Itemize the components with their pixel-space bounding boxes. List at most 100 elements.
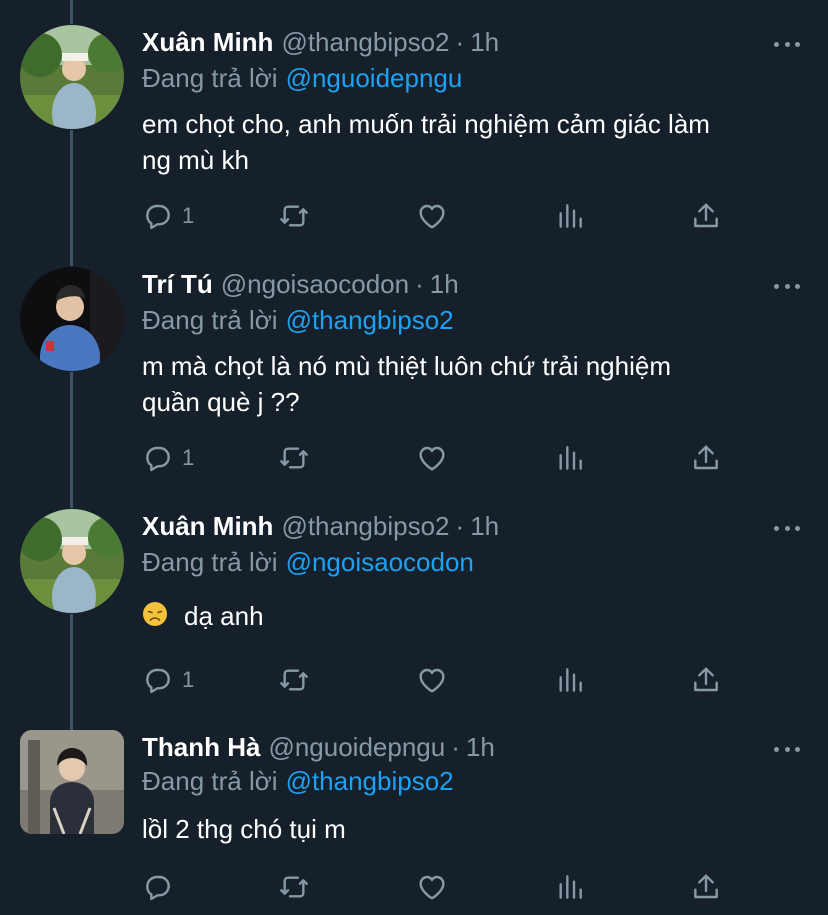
retweet-button[interactable] xyxy=(278,662,310,698)
more-options-icon[interactable] xyxy=(774,34,800,54)
mention-link[interactable]: @thangbipso2 xyxy=(286,766,454,796)
separator-dot: · xyxy=(455,27,465,57)
retweet-icon xyxy=(280,205,308,227)
reply-button[interactable]: 1 xyxy=(142,662,194,698)
tweet[interactable]: Thanh Hà @nguoidepngu · 1h Đang trả lời @tha… xyxy=(0,705,828,915)
reply-icon xyxy=(146,668,170,694)
retweet-button[interactable] xyxy=(278,869,310,905)
tweet-text-line: lồl 2 thg chó tụi m xyxy=(142,814,346,844)
author-handle[interactable]: @ngoisaocodon xyxy=(221,269,409,299)
reply-count: 1 xyxy=(182,445,195,470)
separator-dot: · xyxy=(451,732,460,762)
timestamp[interactable]: 1h xyxy=(470,511,499,541)
share-button[interactable] xyxy=(690,662,722,698)
reply-button[interactable]: 1 xyxy=(142,198,194,234)
like-button[interactable] xyxy=(416,662,448,698)
tweet-text-line: ng mù kh xyxy=(142,145,249,175)
author-name[interactable]: Thanh Hà xyxy=(142,732,260,762)
replying-to: Đang trả lời @ngoisaocodon xyxy=(142,544,474,580)
mention-link[interactable]: @ngoisaocodon xyxy=(286,547,474,577)
disappointed-face-icon xyxy=(142,600,168,636)
reply-count: 1 xyxy=(182,667,195,692)
action-bar: 1 xyxy=(142,662,742,698)
author-handle[interactable]: @thangbipso2 xyxy=(281,511,449,541)
retweet-button[interactable] xyxy=(278,198,310,234)
avatar-photo-outdoor-icon xyxy=(20,509,124,613)
tweet[interactable]: Trí Tú @ngoisaocodon · 1h Đang trả lời @than… xyxy=(0,242,828,492)
tweet-text-line: quần què j ?? xyxy=(142,387,300,417)
avatar[interactable] xyxy=(20,25,124,129)
reply-button[interactable]: 1 xyxy=(142,440,194,476)
reply-icon xyxy=(146,446,170,472)
author-name[interactable]: Trí Tú xyxy=(142,269,213,299)
like-button[interactable] xyxy=(416,440,448,476)
action-bar xyxy=(142,869,742,905)
tweet-header: Xuân Minh @thangbipso2 · 1h xyxy=(142,508,499,544)
avatar[interactable] xyxy=(20,730,124,834)
mention-link[interactable]: @nguoidepngu xyxy=(286,63,463,93)
avatar-photo-street-icon xyxy=(20,730,124,834)
timestamp[interactable]: 1h xyxy=(470,27,499,57)
separator-dot: · xyxy=(415,269,424,299)
analytics-button[interactable] xyxy=(554,662,586,698)
action-bar: 1 xyxy=(142,198,742,234)
like-button[interactable] xyxy=(416,869,448,905)
analytics-icon xyxy=(559,875,582,899)
share-icon xyxy=(694,445,718,470)
like-button[interactable] xyxy=(416,198,448,234)
replying-to: Đang trả lời @thangbipso2 xyxy=(142,302,454,338)
more-options-icon[interactable] xyxy=(774,518,800,538)
heart-icon xyxy=(419,668,445,693)
author-name[interactable]: Xuân Minh xyxy=(142,511,273,541)
replying-label: Đang trả lời xyxy=(142,766,278,796)
analytics-icon xyxy=(559,204,582,228)
timestamp[interactable]: 1h xyxy=(430,269,459,299)
heart-icon xyxy=(419,204,445,229)
more-options-icon[interactable] xyxy=(774,739,800,759)
replying-to: Đang trả lời @nguoidepngu xyxy=(142,60,462,96)
share-icon xyxy=(694,667,718,692)
analytics-icon xyxy=(559,668,582,692)
tweet-text-line: em chọt cho, anh muốn trải nghiệm cảm gi… xyxy=(142,109,710,139)
avatar[interactable] xyxy=(20,267,124,371)
tweet-header: Trí Tú @ngoisaocodon · 1h xyxy=(142,266,459,302)
author-handle[interactable]: @thangbipso2 xyxy=(281,27,449,57)
tweet-text-line: dạ anh xyxy=(184,601,264,631)
retweet-icon xyxy=(280,669,308,691)
analytics-button[interactable] xyxy=(554,869,586,905)
mention-link[interactable]: @thangbipso2 xyxy=(286,305,454,335)
timestamp[interactable]: 1h xyxy=(466,732,495,762)
reply-count: 1 xyxy=(182,203,195,228)
tweet-text: m mà chọt là nó mù thiệt luôn chứ trải n… xyxy=(142,348,802,420)
avatar-photo-dark-icon xyxy=(20,267,124,371)
action-bar: 1 xyxy=(142,440,742,476)
tweet-text-line: m mà chọt là nó mù thiệt luôn chứ trải n… xyxy=(142,351,671,381)
more-options-icon[interactable] xyxy=(774,276,800,296)
analytics-icon xyxy=(559,446,582,470)
tweet-header: Thanh Hà @nguoidepngu · 1h xyxy=(142,729,495,765)
author-handle[interactable]: @nguoidepngu xyxy=(268,732,445,762)
analytics-button[interactable] xyxy=(554,440,586,476)
retweet-icon xyxy=(280,447,308,469)
replying-label: Đang trả lời xyxy=(142,305,278,335)
analytics-button[interactable] xyxy=(554,198,586,234)
tweet-header: Xuân Minh @thangbipso2 · 1h xyxy=(142,24,499,60)
share-icon xyxy=(694,203,718,228)
retweet-button[interactable] xyxy=(278,440,310,476)
replying-label: Đang trả lời xyxy=(142,547,278,577)
reply-button[interactable] xyxy=(142,869,174,905)
avatar[interactable] xyxy=(20,509,124,613)
share-icon xyxy=(694,874,718,899)
heart-icon xyxy=(419,875,445,900)
share-button[interactable] xyxy=(690,198,722,234)
share-button[interactable] xyxy=(690,440,722,476)
share-button[interactable] xyxy=(690,869,722,905)
tweet[interactable]: Xuân Minh @thangbipso2 · 1h Đang trả lời @ng… xyxy=(0,484,828,714)
avatar-photo-outdoor-icon xyxy=(20,25,124,129)
replying-label: Đang trả lời xyxy=(142,63,278,93)
tweet[interactable]: Xuân Minh @thangbipso2 · 1h Đang trả lời @ng… xyxy=(0,0,828,250)
author-name[interactable]: Xuân Minh xyxy=(142,27,273,57)
tweet-text: em chọt cho, anh muốn trải nghiệm cảm gi… xyxy=(142,106,802,178)
retweet-icon xyxy=(280,876,308,898)
replying-to: Đang trả lời @thangbipso2 xyxy=(142,763,454,799)
